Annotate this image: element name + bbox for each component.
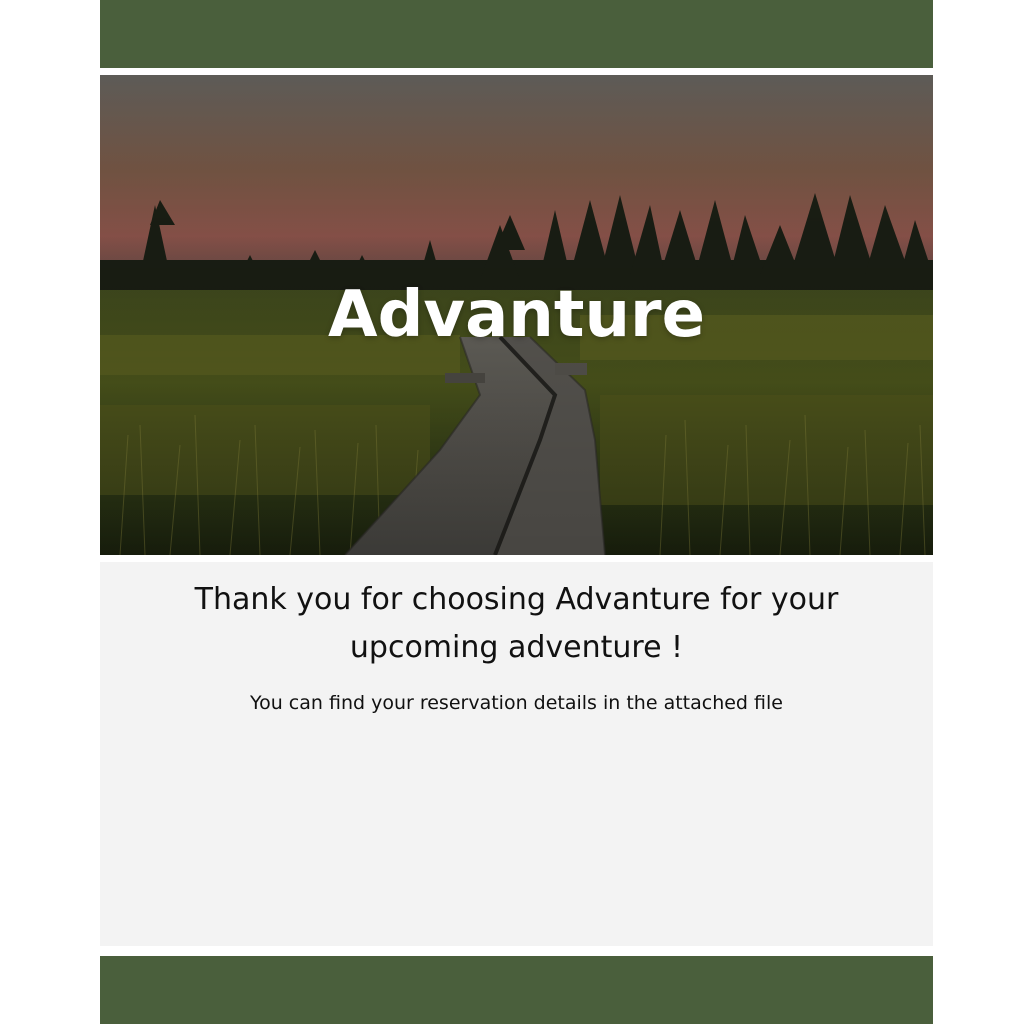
header-bar <box>100 0 933 68</box>
message-panel: Thank you for choosing Advanture for you… <box>100 562 933 946</box>
thank-you-headline: Thank you for choosing Advanture for you… <box>194 582 839 665</box>
hero-banner: Advanture <box>100 75 933 555</box>
email-page: Advanture Thank you for choosing Advantu… <box>0 0 1033 1024</box>
reservation-details-text: You can find your reservation details in… <box>250 692 783 714</box>
hero-title: Advanture <box>328 278 705 352</box>
footer-bar <box>100 956 933 1024</box>
